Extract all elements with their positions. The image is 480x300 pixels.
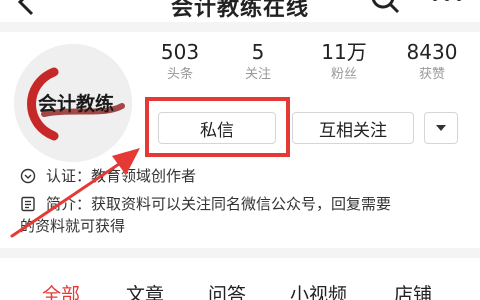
avatar[interactable]: 会计教练 <box>14 44 132 162</box>
annotation-highlight-box <box>145 97 290 157</box>
content-tabs: 全部 文章 问答 小视频 店铺 <box>0 258 480 300</box>
profile-stats: 503 头条 5 关注 11万 粉丝 8430 获赞 <box>140 38 476 90</box>
stat-fans[interactable]: 11万 粉丝 <box>304 38 384 84</box>
page-title: 会计教练在线 <box>170 0 309 21</box>
stat-articles[interactable]: 503 头条 <box>140 38 220 84</box>
mutual-follow-button[interactable]: 互相关注 <box>292 112 414 144</box>
document-icon <box>20 196 36 212</box>
tab-qa[interactable]: 问答 <box>208 280 246 300</box>
tab-shop[interactable]: 店铺 <box>394 280 432 300</box>
section-divider <box>0 248 480 258</box>
verify-text: 教育领域创作者 <box>91 167 197 185</box>
tab-short-videos[interactable]: 小视频 <box>290 280 347 300</box>
header-divider <box>0 22 480 32</box>
intro-text-line2: 的资料就可获得 <box>20 217 126 235</box>
stat-label: 获赞 <box>418 67 445 82</box>
intro-label: 简介： <box>46 195 92 213</box>
stat-value: 5 <box>251 40 265 64</box>
verify-label: 认证： <box>46 167 92 185</box>
avatar-text: 会计教练 <box>38 92 114 115</box>
stat-likes[interactable]: 8430 获赞 <box>392 38 472 84</box>
tab-articles[interactable]: 文章 <box>126 280 164 300</box>
tab-all[interactable]: 全部 <box>42 280 80 300</box>
search-icon[interactable] <box>370 0 400 14</box>
stat-label: 头条 <box>166 67 193 82</box>
more-dots-icon[interactable] <box>430 0 464 8</box>
intro-text-line1: 获取资料可以关注同名微信公众号，回复需要 <box>91 195 392 213</box>
stat-value: 11万 <box>321 40 367 64</box>
top-nav-bar: 会计教练在线 <box>0 0 480 22</box>
stat-value: 8430 <box>406 40 458 64</box>
dropdown-button[interactable] <box>424 112 458 144</box>
chevron-down-icon <box>436 125 446 131</box>
verified-icon <box>20 168 36 184</box>
stat-label: 粉丝 <box>330 67 357 82</box>
stat-value: 503 <box>160 40 200 64</box>
stat-label: 关注 <box>244 67 271 82</box>
stat-following[interactable]: 5 关注 <box>218 38 298 84</box>
